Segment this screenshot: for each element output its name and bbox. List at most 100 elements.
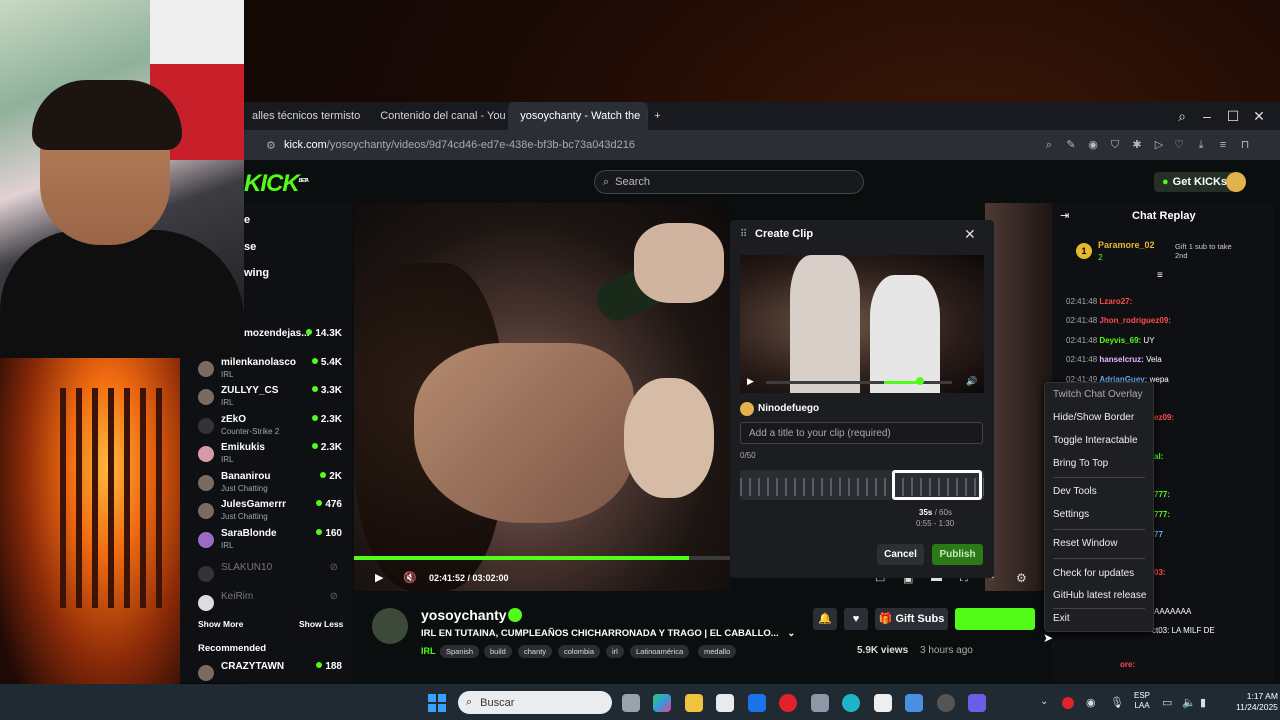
taskbar-search[interactable]: ⌕ Buscar <box>458 691 612 714</box>
stream-tag[interactable]: build <box>484 645 512 658</box>
streamer-name[interactable]: yosoychanty <box>421 607 507 623</box>
chat-user[interactable]: Lzaro27: <box>1099 297 1132 306</box>
clip-play-icon[interactable]: ▶ <box>747 376 754 387</box>
streamer-avatar[interactable] <box>372 608 408 644</box>
stream-category[interactable]: IRL <box>421 646 436 656</box>
sidebar-channel[interactable]: ZULLYY_CS IRL 3.3K <box>196 385 342 413</box>
search-input[interactable]: ⌕ Search <box>594 170 864 194</box>
edge-icon[interactable] <box>842 694 860 712</box>
copilot-icon[interactable] <box>653 694 671 712</box>
menu-item-settings[interactable]: Settings <box>1053 509 1089 520</box>
publish-button[interactable]: Publish <box>932 544 983 565</box>
new-tab-button[interactable]: + <box>648 102 666 130</box>
close-icon[interactable]: ✕ <box>964 226 976 243</box>
windows-start-icon[interactable] <box>428 694 446 712</box>
battery-icon[interactable]: ▮ <box>1200 696 1206 709</box>
maximize-icon[interactable]: ☐ <box>1223 106 1243 126</box>
tab-2[interactable]: Contenido del canal - You <box>368 102 508 130</box>
menu-item-bring-to-top[interactable]: Bring To Top <box>1053 458 1108 469</box>
menu-item-github-release[interactable]: GitHub latest release <box>1053 590 1146 601</box>
tray-app-icon[interactable] <box>1062 697 1074 709</box>
store-icon[interactable] <box>716 694 734 712</box>
file-explorer-icon[interactable] <box>685 694 703 712</box>
sidebar-channel-offline[interactable]: SLAKUN10 ⊘ <box>196 562 342 590</box>
play-icon[interactable]: ▶ <box>375 571 383 584</box>
edit-icon[interactable]: ✎ <box>1064 138 1078 152</box>
sidebar-nav-item[interactable]: se <box>244 241 256 253</box>
minimize-icon[interactable]: – <box>1197 106 1217 126</box>
chat-user[interactable]: hanselcruz: <box>1099 355 1143 364</box>
clip-scrubber[interactable] <box>766 381 952 384</box>
sidebar-nav-item[interactable]: e <box>244 214 250 226</box>
site-info-icon[interactable]: ⚙ <box>266 139 276 152</box>
clip-title-input[interactable]: Add a title to your clip (required) <box>740 422 983 444</box>
capcut-icon[interactable] <box>874 694 892 712</box>
tab-1[interactable]: alles técnicos termisto <box>244 102 368 130</box>
chat-user[interactable]: Deyvis_69: <box>1099 336 1141 345</box>
sidebar-channel[interactable]: mozendejas... 14.3K <box>196 328 342 356</box>
network-icon[interactable]: ▭ <box>1162 696 1172 709</box>
volume-icon[interactable]: 🔊 <box>966 376 977 387</box>
filter-icon[interactable]: ≡ <box>1157 270 1163 281</box>
search-tabs-icon[interactable]: ⌕ <box>1172 106 1192 126</box>
menu-item-dev-tools[interactable]: Dev Tools <box>1053 486 1097 497</box>
sidebar-channel[interactable]: zEkO Counter-Strike 2 2.3K <box>196 414 342 442</box>
microphone-icon[interactable]: 🎙 <box>1110 696 1124 709</box>
settings-gear-icon[interactable]: ⚙ <box>1016 571 1027 585</box>
stream-tag[interactable]: Latinoamérica <box>630 645 690 658</box>
play-icon[interactable]: ▷ <box>1152 138 1166 152</box>
chrome-icon[interactable] <box>937 694 955 712</box>
show-less-link[interactable]: Show Less <box>299 619 343 629</box>
cancel-button[interactable]: Cancel <box>877 544 924 565</box>
app-icon[interactable] <box>905 694 923 712</box>
lock-icon[interactable]: ⊓ <box>1238 138 1252 152</box>
address-bar[interactable]: ⚙ kick.com/yosoychanty/videos/9d74cd46-e… <box>244 130 1280 160</box>
tray-record-icon[interactable]: ◉ <box>1086 696 1096 709</box>
video-player[interactable] <box>354 203 730 591</box>
menu-item-hide-show-border[interactable]: Hide/Show Border <box>1053 412 1134 423</box>
system-clock[interactable]: 1:17 AM 11/24/2025 <box>1236 691 1278 713</box>
heart-icon[interactable]: ♥ <box>844 608 868 630</box>
show-more-link[interactable]: Show More <box>198 619 243 629</box>
discord-icon[interactable] <box>968 694 986 712</box>
stream-tag[interactable]: Spanish <box>440 645 480 658</box>
collapse-chat-icon[interactable]: ⇥ <box>1060 209 1069 222</box>
mute-icon[interactable]: 🔇 <box>403 571 417 584</box>
stream-tag[interactable]: irl <box>606 645 624 658</box>
menu-item-check-updates[interactable]: Check for updates <box>1053 568 1134 579</box>
stream-tag[interactable]: colombia <box>558 645 601 658</box>
bell-icon[interactable]: 🔔 <box>813 608 837 630</box>
kick-logo[interactable]: KICKBETA <box>244 170 309 198</box>
sidebar-channel[interactable]: Emikukis IRL 2.3K <box>196 442 342 470</box>
menu-item-toggle-interactable[interactable]: Toggle Interactable <box>1053 435 1138 446</box>
gift-subs-button[interactable]: 🎁 Gift Subs <box>875 608 948 630</box>
zoom-icon[interactable]: ⌕ <box>1042 138 1056 152</box>
video-progress-bar[interactable] <box>354 556 730 560</box>
chevron-down-icon[interactable]: ⌄ <box>787 628 795 639</box>
sidebar-channel[interactable]: milenkanolasco IRL 5.4K <box>196 357 342 385</box>
menu-item-exit[interactable]: Exit <box>1053 613 1070 624</box>
sidebar-channel[interactable]: Bananirou Just Chatting 2K <box>196 471 342 499</box>
tab-kick-active[interactable]: yosoychanty - Watch the✕ <box>508 102 649 130</box>
clip-selection-handle[interactable] <box>892 470 982 500</box>
opera-icon[interactable] <box>779 694 797 712</box>
chat-user[interactable]: Jhon_rodriguez09: <box>1099 316 1171 325</box>
download-icon[interactable]: ⤓ <box>1194 138 1208 152</box>
tray-chevron-icon[interactable]: ⌄ <box>1040 696 1048 707</box>
sidebar-nav-item[interactable]: wing <box>244 267 269 279</box>
stream-tag[interactable]: chanty <box>518 645 553 658</box>
follow-button[interactable] <box>955 608 1035 630</box>
keyboard-language[interactable]: ESP LAA <box>1134 691 1150 711</box>
camera-icon[interactable]: ◉ <box>1086 138 1100 152</box>
stream-tag[interactable]: medallo <box>698 645 737 658</box>
menu-icon[interactable]: ≡ <box>1216 138 1230 152</box>
clip-preview[interactable] <box>740 255 984 393</box>
outlook-icon[interactable] <box>748 694 766 712</box>
menu-item-reset-window[interactable]: Reset Window <box>1053 538 1117 549</box>
sidebar-channel[interactable]: SaraBlonde IRL 160 <box>196 528 342 556</box>
sidebar-channel[interactable]: JulesGamerrr Just Chatting 476 <box>196 499 342 527</box>
close-window-icon[interactable]: ✕ <box>1249 106 1269 126</box>
clip-timeline[interactable] <box>740 470 984 500</box>
drag-handle-icon[interactable]: ⠿ <box>740 229 747 240</box>
leaderboard-user[interactable]: Paramore_02 <box>1098 240 1155 250</box>
